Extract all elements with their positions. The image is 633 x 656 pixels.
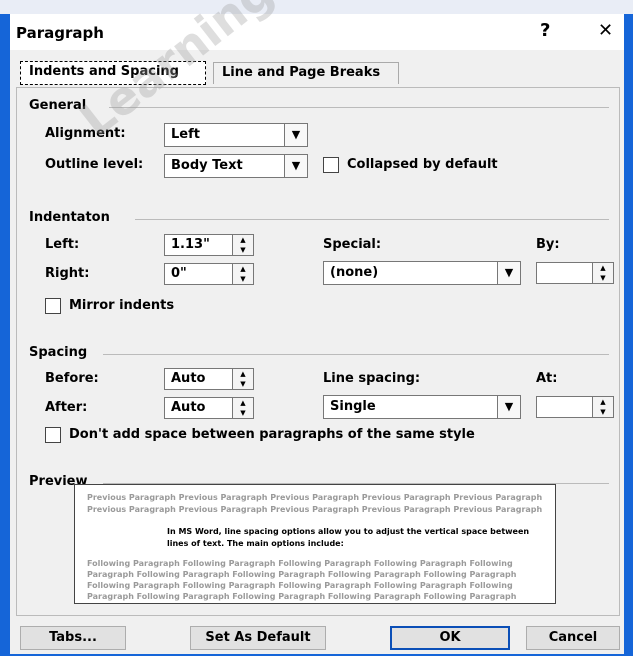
line-spacing-label: Line spacing: bbox=[323, 371, 421, 386]
spin-buttons[interactable]: ▲ ▼ bbox=[592, 397, 613, 417]
ok-button[interactable]: OK bbox=[390, 626, 510, 650]
tabs-button[interactable]: Tabs... bbox=[20, 626, 126, 650]
preview-following-line: Paragraph Following Paragraph Following … bbox=[87, 592, 517, 601]
after-value: Auto bbox=[171, 400, 206, 415]
preview-box: Previous Paragraph Previous Paragraph Pr… bbox=[74, 484, 556, 604]
preview-following-line: Following Paragraph Following Paragraph … bbox=[87, 581, 513, 590]
spin-down-icon[interactable]: ▼ bbox=[593, 407, 613, 417]
spin-buttons[interactable]: ▲ ▼ bbox=[232, 264, 253, 284]
preview-main-line: lines of text. The main options include: bbox=[167, 539, 344, 548]
right-indent-value: 0" bbox=[171, 266, 187, 281]
left-indent-label: Left: bbox=[45, 237, 79, 252]
special-dropdown[interactable]: (none) ▼ bbox=[323, 261, 521, 285]
spin-buttons[interactable]: ▲ ▼ bbox=[232, 369, 253, 389]
spin-up-icon[interactable]: ▲ bbox=[233, 369, 253, 379]
after-label: After: bbox=[45, 400, 88, 415]
spin-down-icon[interactable]: ▼ bbox=[593, 273, 613, 283]
outline-level-dropdown[interactable]: Body Text ▼ bbox=[164, 154, 308, 178]
spin-buttons[interactable]: ▲ ▼ bbox=[232, 398, 253, 418]
divider bbox=[109, 107, 609, 108]
right-indent-spinner[interactable]: 0" ▲ ▼ bbox=[164, 263, 254, 285]
divider bbox=[103, 354, 609, 355]
chevron-down-icon: ▼ bbox=[284, 124, 307, 146]
chevron-down-icon: ▼ bbox=[497, 396, 520, 418]
preview-following-line: Paragraph Following Paragraph Following … bbox=[87, 570, 517, 579]
special-label: Special: bbox=[323, 237, 382, 252]
left-indent-value: 1.13" bbox=[171, 237, 210, 252]
spin-up-icon[interactable]: ▲ bbox=[233, 398, 253, 408]
help-button[interactable]: ? bbox=[540, 20, 550, 41]
at-spinner[interactable]: ▲ ▼ bbox=[536, 396, 614, 418]
by-spinner[interactable]: ▲ ▼ bbox=[536, 262, 614, 284]
collapsed-checkbox[interactable] bbox=[323, 157, 339, 173]
spin-buttons[interactable]: ▲ ▼ bbox=[232, 235, 253, 255]
spin-up-icon[interactable]: ▲ bbox=[233, 235, 253, 245]
line-spacing-dropdown[interactable]: Single ▼ bbox=[323, 395, 521, 419]
tab-label: Indents and Spacing bbox=[29, 64, 179, 79]
general-heading: General bbox=[29, 98, 87, 113]
left-indent-spinner[interactable]: 1.13" ▲ ▼ bbox=[164, 234, 254, 256]
outline-level-value: Body Text bbox=[171, 158, 243, 173]
special-value: (none) bbox=[330, 265, 379, 280]
spin-up-icon[interactable]: ▲ bbox=[593, 263, 613, 273]
cancel-button[interactable]: Cancel bbox=[526, 626, 620, 650]
spin-up-icon[interactable]: ▲ bbox=[593, 397, 613, 407]
preview-previous-line: Previous Paragraph Previous Paragraph Pr… bbox=[87, 493, 543, 502]
tab-label: Line and Page Breaks bbox=[222, 65, 381, 80]
dont-add-space-checkbox[interactable] bbox=[45, 427, 61, 443]
after-spinner[interactable]: Auto ▲ ▼ bbox=[164, 397, 254, 419]
background-strip bbox=[0, 0, 633, 14]
before-value: Auto bbox=[171, 371, 206, 386]
left-indent-text: Left: bbox=[45, 237, 80, 252]
chevron-down-icon: ▼ bbox=[497, 262, 520, 284]
spin-up-icon[interactable]: ▲ bbox=[233, 264, 253, 274]
right-indent-label: Right: bbox=[45, 266, 90, 281]
close-button[interactable]: ✕ bbox=[598, 20, 613, 41]
alignment-dropdown[interactable]: Left ▼ bbox=[164, 123, 308, 147]
spin-down-icon[interactable]: ▼ bbox=[233, 274, 253, 284]
before-spinner[interactable]: Auto ▲ ▼ bbox=[164, 368, 254, 390]
dont-add-space-label: Don't add space between paragraphs of th… bbox=[69, 427, 475, 442]
spacing-heading: Spacing bbox=[29, 345, 88, 360]
set-as-default-button[interactable]: Set As Default bbox=[190, 626, 326, 650]
by-label: By: bbox=[536, 237, 560, 252]
spin-down-icon[interactable]: ▼ bbox=[233, 408, 253, 418]
preview-following-line: Following Paragraph Following Paragraph … bbox=[87, 559, 513, 568]
divider bbox=[135, 219, 609, 220]
alignment-label: Alignment: bbox=[45, 126, 126, 141]
mirror-indents-label: Mirror indents bbox=[69, 298, 175, 313]
line-spacing-value: Single bbox=[330, 399, 376, 414]
dialog-title: Paragraph bbox=[16, 24, 104, 42]
tab-indents-and-spacing[interactable]: Indents and Spacing bbox=[20, 61, 206, 85]
tab-line-and-page-breaks[interactable]: Line and Page Breaks bbox=[213, 62, 399, 84]
spin-down-icon[interactable]: ▼ bbox=[233, 379, 253, 389]
preview-previous-line: Previous Paragraph Previous Paragraph Pr… bbox=[87, 505, 543, 514]
alignment-value: Left bbox=[171, 127, 200, 142]
mirror-indents-checkbox[interactable] bbox=[45, 298, 61, 314]
chevron-down-icon: ▼ bbox=[284, 155, 307, 177]
indentation-heading: Indentaton bbox=[29, 210, 110, 225]
preview-main-line: In MS Word, line spacing options allow y… bbox=[167, 527, 530, 536]
at-label: At: bbox=[536, 371, 558, 386]
paragraph-dialog: Paragraph ? ✕ Indents and Spacing Line a… bbox=[10, 14, 624, 654]
before-label: Before: bbox=[45, 371, 99, 386]
outline-level-label: Outline level: bbox=[45, 157, 144, 172]
spin-down-icon[interactable]: ▼ bbox=[233, 245, 253, 255]
title-bar: Paragraph ? ✕ bbox=[10, 14, 624, 50]
collapsed-label: Collapsed by default bbox=[347, 157, 498, 172]
tab-strip: Indents and Spacing Line and Page Breaks bbox=[10, 50, 624, 86]
button-bar: Tabs... Set As Default OK Cancel bbox=[10, 616, 624, 654]
spin-buttons[interactable]: ▲ ▼ bbox=[592, 263, 613, 283]
